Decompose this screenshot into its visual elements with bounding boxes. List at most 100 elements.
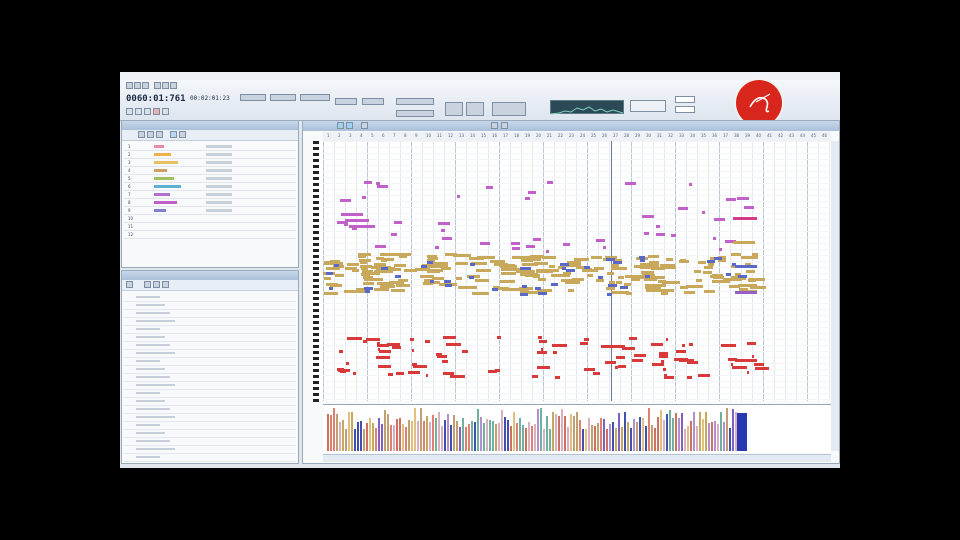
midi-note[interactable] (395, 275, 401, 278)
midi-note[interactable] (526, 245, 535, 248)
midi-note[interactable] (642, 215, 654, 218)
midi-note[interactable] (726, 198, 736, 201)
midi-note[interactable] (339, 350, 343, 353)
velocity-bar[interactable] (498, 423, 500, 451)
midi-note[interactable] (724, 344, 729, 347)
velocity-bar[interactable] (456, 421, 458, 451)
velocity-bar[interactable] (534, 424, 536, 451)
velocity-bar[interactable] (408, 420, 410, 451)
midi-note[interactable] (391, 233, 397, 236)
midi-note[interactable] (598, 276, 603, 279)
midi-note[interactable] (689, 183, 692, 186)
black-key[interactable] (313, 303, 319, 306)
piano-snap-icon[interactable] (491, 122, 498, 129)
velocity-bar[interactable] (720, 412, 722, 451)
velocity-bar[interactable] (501, 410, 503, 451)
midi-note[interactable] (324, 292, 338, 295)
horizontal-scrollbar[interactable] (323, 454, 831, 462)
velocity-bar[interactable] (627, 422, 629, 451)
velocity-bar[interactable] (516, 423, 518, 451)
velocity-bar[interactable] (396, 419, 398, 451)
fast-forward-icon[interactable] (162, 108, 169, 115)
velocity-bar[interactable] (468, 424, 470, 451)
midi-note[interactable] (568, 289, 574, 292)
midi-note[interactable] (584, 338, 589, 341)
velocity-bar[interactable] (678, 418, 680, 451)
black-key[interactable] (313, 273, 319, 276)
midi-note[interactable] (500, 280, 515, 283)
midi-note[interactable] (748, 279, 756, 282)
black-key[interactable] (313, 387, 319, 390)
velocity-bar[interactable] (600, 418, 602, 451)
midi-note[interactable] (732, 366, 747, 369)
event-pencil-icon[interactable] (126, 281, 133, 288)
record-icon[interactable] (153, 108, 160, 115)
black-key[interactable] (313, 297, 319, 300)
piano-pencil-tool-icon[interactable] (346, 122, 353, 129)
midi-note[interactable] (527, 267, 531, 270)
velocity-bar[interactable] (675, 413, 677, 451)
midi-note[interactable] (664, 374, 667, 377)
midi-note[interactable] (713, 237, 716, 240)
piano-zoom-icon[interactable] (501, 122, 508, 129)
velocity-bar[interactable] (366, 423, 368, 451)
midi-note[interactable] (563, 243, 570, 246)
velocity-bar[interactable] (390, 425, 392, 451)
midi-note[interactable] (362, 196, 366, 199)
velocity-bar[interactable] (513, 412, 515, 451)
midi-note[interactable] (512, 247, 520, 250)
velocity-bar[interactable] (660, 410, 662, 451)
black-key[interactable] (313, 309, 319, 312)
midi-note[interactable] (649, 261, 659, 264)
thru-button[interactable] (466, 102, 484, 116)
velocity-bar[interactable] (462, 418, 464, 451)
velocity-bar[interactable] (651, 425, 653, 451)
velocity-bar[interactable] (672, 418, 674, 451)
midi-note[interactable] (358, 255, 366, 258)
velocity-bar[interactable] (549, 429, 551, 451)
toolbar-copy-icon[interactable] (162, 82, 169, 89)
midi-note[interactable] (347, 337, 362, 340)
velocity-bar[interactable] (630, 428, 632, 451)
velocity-bar[interactable] (537, 409, 539, 451)
meter-field[interactable] (270, 94, 296, 101)
midi-note[interactable] (486, 186, 493, 189)
velocity-bar[interactable] (609, 424, 611, 451)
midi-note[interactable] (682, 344, 685, 347)
midi-note[interactable] (738, 284, 757, 287)
velocity-bar[interactable] (546, 416, 548, 451)
midi-note[interactable] (719, 248, 722, 251)
midi-note[interactable] (560, 263, 569, 266)
midi-note[interactable] (430, 280, 434, 283)
velocity-bar[interactable] (561, 409, 563, 451)
midi-note[interactable] (476, 269, 491, 272)
midi-note[interactable] (666, 258, 673, 261)
velocity-bar[interactable] (591, 425, 593, 451)
velocity-bar[interactable] (381, 424, 383, 451)
midi-note[interactable] (475, 279, 489, 282)
event-insert-icon[interactable] (153, 281, 160, 288)
velocity-bar[interactable] (567, 427, 569, 451)
midi-note[interactable] (365, 290, 370, 293)
midi-note[interactable] (353, 372, 356, 375)
velocity-bar[interactable] (708, 423, 710, 451)
velocity-bar[interactable] (336, 414, 338, 451)
midi-note[interactable] (384, 258, 394, 261)
midi-note[interactable] (572, 278, 584, 281)
velocity-bar[interactable] (687, 426, 689, 451)
midi-note[interactable] (620, 286, 628, 289)
midi-note[interactable] (469, 257, 484, 260)
midi-note[interactable] (525, 274, 540, 277)
midi-note[interactable] (591, 256, 602, 259)
midi-note[interactable] (501, 268, 518, 271)
velocity-bar[interactable] (705, 412, 707, 451)
midi-note[interactable] (735, 291, 757, 294)
rewind-icon[interactable] (126, 108, 133, 115)
midi-note[interactable] (603, 246, 606, 249)
piano-select-tool-icon[interactable] (337, 122, 344, 129)
velocity-bar[interactable] (594, 426, 596, 451)
midi-note[interactable] (441, 229, 445, 232)
track-row[interactable]: 7 (124, 191, 296, 199)
black-key[interactable] (313, 381, 319, 384)
midi-note[interactable] (735, 359, 757, 362)
